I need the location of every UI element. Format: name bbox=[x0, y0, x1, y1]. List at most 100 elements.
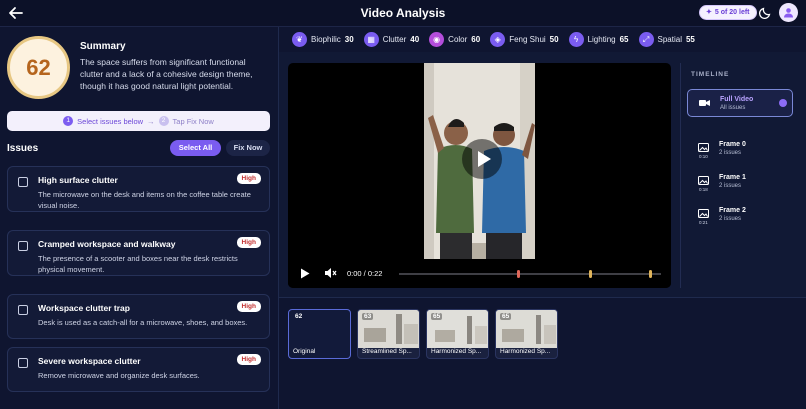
main-area: 0:00 / 0:22 TIMELINE Full Video All issu… bbox=[279, 52, 806, 297]
fix-now-button[interactable]: Fix Now bbox=[226, 140, 270, 156]
variant-score: 62 bbox=[295, 313, 303, 320]
step-2-label: Tap Fix Now bbox=[172, 116, 214, 126]
metric-color[interactable]: ◉ Color 60 bbox=[429, 32, 480, 47]
timeline-item-subtitle: 2 issues bbox=[719, 150, 742, 156]
metric-value: 30 bbox=[344, 35, 354, 44]
timeline-item-full-video[interactable]: Full Video All issues bbox=[687, 89, 793, 117]
issue-title: Severe workspace clutter bbox=[38, 356, 141, 366]
issue-checkbox[interactable] bbox=[18, 358, 28, 368]
metric-label: Spatial bbox=[657, 35, 682, 44]
top-bar: Video Analysis ✦ 5 of 20 left bbox=[0, 0, 806, 27]
variant-thumbnail-original[interactable]: 62 Original bbox=[288, 309, 351, 359]
user-icon bbox=[784, 8, 793, 18]
play-icon[interactable] bbox=[300, 268, 310, 279]
video-progress-bar[interactable] bbox=[399, 270, 661, 278]
issues-heading: Issues bbox=[7, 143, 39, 154]
image-icon bbox=[698, 176, 709, 186]
image-icon bbox=[698, 209, 709, 219]
timeline-item-title: Full Video bbox=[720, 96, 754, 103]
timeline-item-title: Frame 1 bbox=[719, 174, 746, 181]
issue-card[interactable]: Workspace clutter trap High Desk is used… bbox=[7, 294, 270, 339]
grid-icon: ▦ bbox=[363, 32, 379, 47]
variant-thumbnail[interactable]: 65 Harmonized Sp... bbox=[495, 309, 558, 359]
issue-card[interactable]: Severe workspace clutter High Remove mic… bbox=[7, 347, 270, 392]
overall-score: 62 bbox=[7, 36, 70, 99]
metric-value: 40 bbox=[410, 35, 420, 44]
severity-badge: High bbox=[236, 301, 261, 312]
issue-card[interactable]: High surface clutter High The microwave … bbox=[7, 166, 270, 212]
center-play-button[interactable] bbox=[462, 139, 502, 179]
metric-label: Feng Shui bbox=[509, 35, 546, 44]
variant-score: 63 bbox=[362, 313, 374, 320]
variant-label: Harmonized Sp... bbox=[500, 348, 551, 355]
severity-badge: High bbox=[236, 354, 261, 365]
page-title: Video Analysis bbox=[360, 6, 446, 20]
timeline-item-frame-1[interactable]: 0:18 Frame 1 2 issues bbox=[687, 168, 793, 196]
issue-marker[interactable] bbox=[649, 270, 652, 278]
metric-value: 60 bbox=[471, 35, 481, 44]
play-icon bbox=[478, 151, 491, 167]
timeline-item-title: Frame 2 bbox=[719, 207, 746, 214]
timeline-item-title: Frame 0 bbox=[719, 141, 746, 148]
metric-value: 50 bbox=[549, 35, 559, 44]
expand-icon: ⤢ bbox=[638, 32, 654, 47]
metric-value: 55 bbox=[685, 35, 695, 44]
severity-badge: High bbox=[236, 173, 261, 184]
video-controls: 0:00 / 0:22 bbox=[288, 259, 671, 288]
issue-description: The microwave on the desk and items on t… bbox=[38, 190, 251, 210]
sparkle-icon: ✦ bbox=[706, 9, 712, 16]
issue-description: The presence of a scooter and boxes near… bbox=[38, 254, 238, 274]
issue-card[interactable]: Cramped workspace and walkway High The p… bbox=[7, 230, 270, 276]
metric-lighting[interactable]: ϟ Lighting 65 bbox=[568, 32, 629, 47]
summary-text: The space suffers from significant funct… bbox=[80, 57, 253, 91]
severity-badge: High bbox=[236, 237, 261, 248]
metric-feng-shui[interactable]: ◈ Feng Shui 50 bbox=[490, 32, 559, 47]
moon-icon[interactable] bbox=[758, 5, 773, 20]
variant-score: 65 bbox=[431, 313, 443, 320]
issue-checkbox[interactable] bbox=[18, 177, 28, 187]
image-icon bbox=[698, 143, 709, 153]
variant-label: Streamlined Sp... bbox=[362, 348, 412, 355]
issue-title: Workspace clutter trap bbox=[38, 303, 130, 313]
step-1-label: Select issues below bbox=[77, 116, 144, 126]
metric-label: Clutter bbox=[382, 35, 407, 44]
timeline-item-subtitle: 2 issues bbox=[719, 183, 742, 189]
variant-score: 65 bbox=[500, 313, 512, 320]
variant-thumbnail[interactable]: 65 Harmonized Sp... bbox=[426, 309, 489, 359]
issue-marker[interactable] bbox=[589, 270, 592, 278]
timeline-item-time: 0:10 bbox=[699, 154, 708, 159]
timeline-item-frame-0[interactable]: 0:10 Frame 0 2 issues bbox=[687, 135, 793, 163]
issue-title: Cramped workspace and walkway bbox=[38, 239, 176, 249]
steps-bar: 1 Select issues below → 2 Tap Fix Now bbox=[7, 111, 270, 131]
metrics-row: ❦ Biophilic 30 ▦ Clutter 40 ◉ Color 60 ◈… bbox=[279, 27, 806, 52]
metric-label: Color bbox=[448, 35, 468, 44]
timeline-item-time: 0:18 bbox=[699, 187, 708, 192]
issue-marker[interactable] bbox=[517, 270, 520, 278]
avatar[interactable] bbox=[779, 3, 798, 22]
issue-description: Desk is used as a catch-all for a microw… bbox=[38, 318, 248, 327]
step-2-number: 2 bbox=[158, 116, 169, 126]
timeline-item-frame-2[interactable]: 0:21 Frame 2 2 issues bbox=[687, 201, 793, 229]
video-time: 0:00 / 0:22 bbox=[347, 269, 383, 278]
metric-clutter[interactable]: ▦ Clutter 40 bbox=[363, 32, 420, 47]
arrow-right-icon: → bbox=[147, 116, 155, 126]
left-panel: 62 Summary The space suffers from signif… bbox=[0, 27, 279, 409]
timeline-panel: TIMELINE Full Video All issues 0:10 Fram… bbox=[680, 63, 806, 288]
selected-check-icon bbox=[779, 99, 787, 107]
variant-label: Original bbox=[293, 348, 316, 355]
timeline-title: TIMELINE bbox=[691, 71, 730, 78]
select-all-button[interactable]: Select All bbox=[170, 140, 221, 156]
metric-spatial[interactable]: ⤢ Spatial 55 bbox=[638, 32, 695, 47]
variant-thumbnail[interactable]: 63 Streamlined Sp... bbox=[357, 309, 420, 359]
compass-icon: ◈ bbox=[490, 32, 506, 47]
credits-badge[interactable]: ✦ 5 of 20 left bbox=[699, 5, 757, 20]
step-1-number: 1 bbox=[63, 116, 74, 126]
bolt-icon: ϟ bbox=[568, 32, 584, 47]
video-player[interactable]: 0:00 / 0:22 bbox=[288, 63, 671, 288]
mute-icon[interactable] bbox=[324, 267, 337, 279]
issue-checkbox[interactable] bbox=[18, 241, 28, 251]
metric-biophilic[interactable]: ❦ Biophilic 30 bbox=[292, 32, 354, 47]
variants-strip: 62 Original 63 Streamlined Sp... 65 Harm… bbox=[279, 297, 806, 409]
credits-text: 5 of 20 left bbox=[714, 9, 750, 16]
issue-checkbox[interactable] bbox=[18, 305, 28, 315]
